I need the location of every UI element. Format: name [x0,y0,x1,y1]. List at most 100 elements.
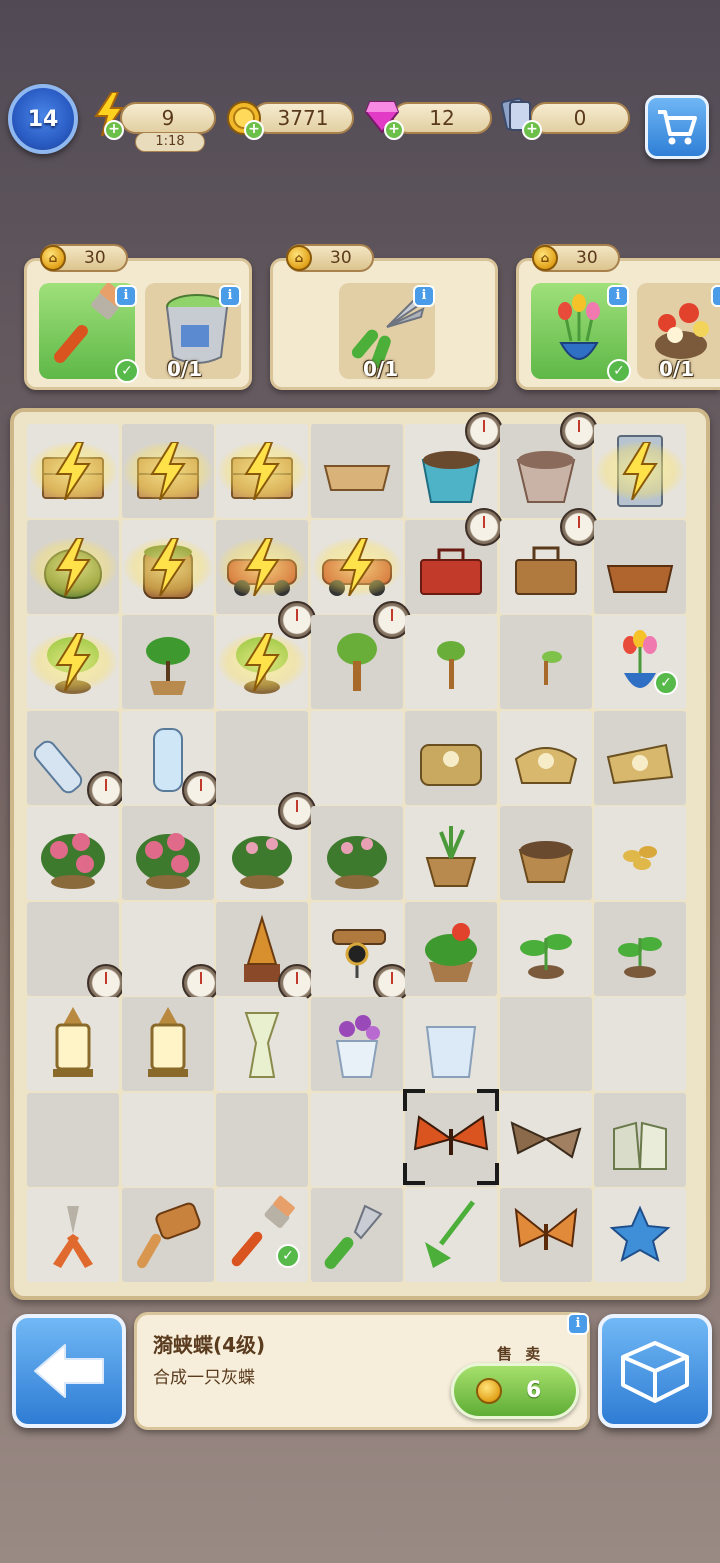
wooden-tray-icon[interactable] [317,430,397,512]
order-1-item-1-info-button[interactable]: i [115,285,137,307]
board-cell[interactable] [594,901,686,996]
board-cell[interactable] [121,519,214,614]
mallet-icon[interactable] [128,1194,208,1276]
board-cell[interactable] [121,710,220,809]
seed-bag-open-icon[interactable] [506,717,586,799]
vase-icon[interactable] [222,1003,302,1085]
board-cell[interactable] [499,507,598,614]
peony-bush-small-icon[interactable] [317,812,397,894]
board-cell[interactable] [27,519,119,614]
tool-tray-icon[interactable] [600,526,680,608]
sapling-pot-icon[interactable] [128,621,208,703]
board-cell[interactable] [216,424,308,518]
rake-icon[interactable] [411,1194,491,1276]
board-cell[interactable] [310,1188,403,1282]
board-cell[interactable] [27,1092,119,1187]
board-cell[interactable] [499,1188,592,1282]
order-3-item-2-info-button[interactable]: i [711,285,720,307]
board-cell[interactable] [310,601,411,709]
board-cell[interactable] [499,806,592,900]
board-cell[interactable] [405,412,503,518]
lantern-icon[interactable] [128,1003,208,1085]
board-cell[interactable] [27,615,119,709]
board-cell[interactable] [216,997,308,1091]
seed-bag-icon[interactable] [600,717,680,799]
order-card-2[interactable]: i 0/1 [270,258,498,390]
add-coins-button[interactable]: + [244,120,264,140]
board-cell[interactable] [403,1088,499,1187]
board-cell[interactable] [310,519,403,614]
tulip-vase-icon[interactable] [317,1003,397,1085]
leafy-sprout-icon[interactable] [506,908,586,990]
board-cell[interactable] [594,1188,686,1282]
item-info-button[interactable]: i [567,1313,589,1335]
board-cell[interactable]: ✓ [216,1188,308,1282]
board-cell[interactable] [594,997,686,1091]
small-sprout-icon[interactable] [600,908,680,990]
lantern-icon[interactable] [33,1003,113,1085]
board-cell[interactable] [216,1092,308,1187]
board-cell[interactable] [121,1092,214,1187]
board-cell[interactable] [594,519,686,614]
order-3-item-1-info-button[interactable]: i [607,285,629,307]
order-card-1[interactable]: i ✓ i 0/1 [24,258,252,390]
board-cell[interactable] [499,615,592,709]
card-counter[interactable]: 0 [530,102,630,134]
board-cell[interactable] [594,806,686,900]
board-cell[interactable] [310,806,403,900]
board-cell[interactable] [310,424,403,518]
board-cell[interactable] [121,1188,214,1282]
add-gems-button[interactable]: + [384,120,404,140]
add-energy-button[interactable]: + [104,120,124,140]
gem-counter[interactable]: 12 [392,102,492,134]
board-cell[interactable] [594,710,686,805]
board-cell[interactable] [405,901,497,996]
board-cell[interactable] [405,507,503,614]
board-cell[interactable] [216,710,308,805]
board-cell[interactable] [216,901,316,1002]
board-cell[interactable] [405,615,497,709]
board-cell[interactable] [121,615,214,709]
board-cell[interactable] [121,997,214,1091]
add-cards-button[interactable]: + [522,120,542,140]
board-cell[interactable] [121,424,214,518]
board-cell[interactable] [405,806,497,900]
board-cell[interactable]: ✓ [594,615,686,709]
board-cell[interactable] [27,997,119,1091]
garden-gloves-icon[interactable] [600,1099,680,1181]
order-card-3[interactable]: i ✓ i 0/1 [516,258,720,390]
board-cell[interactable] [310,710,403,805]
flower-planter-icon[interactable] [411,908,491,990]
tree-sprout-icon[interactable] [411,621,491,703]
board-cell[interactable] [499,412,598,518]
order-1-item-2-info-button[interactable]: i [219,285,241,307]
sprout-pot-icon[interactable] [411,812,491,894]
board-cell[interactable] [27,901,125,1002]
order-2-item-1-info-button[interactable]: i [413,285,435,307]
peony-bush-icon[interactable] [33,812,113,894]
board-cell[interactable] [499,710,592,805]
board-cell[interactable] [594,424,686,518]
board-cell[interactable] [121,806,214,900]
back-button[interactable] [12,1314,126,1428]
shop-cart-button[interactable] [645,95,709,159]
board-cell[interactable] [27,710,125,809]
board-cell[interactable] [27,424,119,518]
moth-icon[interactable] [506,1099,586,1181]
orange-butterfly-icon[interactable] [506,1194,586,1276]
level-badge[interactable]: 14 [8,84,78,154]
board-cell[interactable] [121,901,220,1002]
energy-counter[interactable]: 9 [120,102,216,134]
seedling-icon[interactable] [506,621,586,703]
peony-bush-icon[interactable] [128,812,208,894]
trowel-icon[interactable] [317,1194,397,1276]
board-cell[interactable] [216,792,316,900]
sell-button[interactable]: 6 [451,1363,579,1419]
merge-grid[interactable]: ✓ ✓ [27,412,689,1284]
board-cell[interactable] [499,997,592,1091]
board-cell[interactable] [216,519,308,614]
board-cell[interactable] [499,1092,592,1187]
board-cell[interactable] [405,1188,497,1282]
board-cell[interactable] [27,1188,119,1282]
board-cell[interactable] [310,901,411,1002]
